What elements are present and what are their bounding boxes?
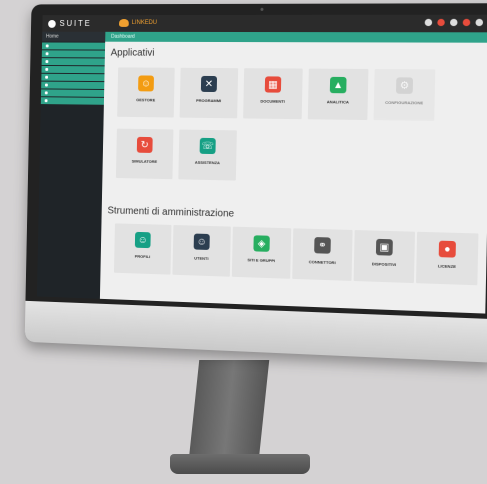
brand-logo[interactable]: SUITE bbox=[48, 18, 111, 29]
sidebar-item-6[interactable] bbox=[41, 81, 105, 90]
app-name: LINKEDU bbox=[131, 19, 158, 26]
app-tile-simulatore[interactable]: ↻ SIMULATORE bbox=[115, 128, 174, 180]
menu-item-icon bbox=[45, 67, 49, 71]
chart-icon: ▲ bbox=[329, 76, 347, 94]
tile-title: GESTORE bbox=[136, 97, 156, 103]
alert-icon[interactable] bbox=[462, 18, 471, 27]
menu-item-icon bbox=[44, 91, 48, 95]
sidebar-home-label: Home bbox=[45, 33, 59, 40]
main-content: Applicativi ☺ GESTORE ✕ PROGRAMMI ▦ DOCUMENTI… bbox=[99, 41, 487, 314]
app-tile-analitica[interactable]: ▲ ANALITICA bbox=[307, 68, 369, 121]
tile-title: SIMULATORE bbox=[131, 158, 158, 164]
sidebar-item-7[interactable] bbox=[40, 89, 105, 97]
sidebar-list bbox=[40, 42, 106, 105]
tile-title: PROFILI bbox=[134, 253, 151, 260]
sidebar-item-1[interactable] bbox=[41, 42, 106, 50]
menu-item-icon bbox=[45, 75, 49, 79]
bird-icon bbox=[118, 19, 129, 27]
admin-tile-profili[interactable]: ☺ PROFILI bbox=[113, 223, 172, 275]
topbar-icons bbox=[424, 18, 484, 27]
tile-title: DISPOSITIVI bbox=[371, 261, 397, 268]
scene: SUITE LINKEDU Home Dashboard Applicativi… bbox=[0, 0, 487, 484]
admin-grid: ☺ PROFILI ☺ UTENTI ◈ SITI E GRUPPI ⚭ CONNETTORI… bbox=[105, 42, 487, 286]
connector-icon: ⚭ bbox=[314, 237, 331, 254]
tools-icon: ✕ bbox=[200, 75, 218, 93]
gear-icon: ⚙ bbox=[395, 77, 414, 94]
tile-title: DOCUMENTI bbox=[260, 98, 285, 104]
tile-title: SITI E GRUPPI bbox=[247, 257, 276, 264]
sidebar-item-8[interactable] bbox=[40, 97, 105, 105]
admin-tile-utenti[interactable]: ☺ UTENTI bbox=[172, 224, 231, 277]
monitor: SUITE LINKEDU Home Dashboard Applicativi… bbox=[24, 3, 487, 363]
section-title-apps: Applicativi bbox=[110, 47, 155, 59]
app-tile-documenti[interactable]: ▦ DOCUMENTI bbox=[243, 68, 303, 120]
section-title-admin: Strumenti di amministrazione bbox=[107, 205, 235, 220]
tile-title: UTENTI bbox=[194, 255, 209, 261]
admin-tile-siti-e-gruppi[interactable]: ◈ SITI E GRUPPI bbox=[231, 226, 292, 279]
sidebar-home[interactable]: Home bbox=[42, 31, 106, 42]
menu-item-icon bbox=[45, 52, 49, 56]
app-tile-programmi[interactable]: ✕ PROGRAMMI bbox=[179, 67, 239, 119]
settings-icon[interactable] bbox=[449, 18, 458, 27]
brand-icon bbox=[48, 19, 56, 28]
license-icon: ● bbox=[438, 240, 456, 258]
topbar: SUITE LINKEDU bbox=[42, 14, 487, 33]
app-tile-configurazione[interactable]: ⚙ CONFIGURAZIONE bbox=[373, 69, 436, 121]
tile-title: CONNETTORI bbox=[308, 259, 336, 266]
device-icon: ▣ bbox=[375, 238, 393, 256]
app-tile-gestore[interactable]: ☺ GESTORE bbox=[117, 67, 175, 118]
brand-name: SUITE bbox=[59, 19, 92, 28]
sidebar-item-4[interactable] bbox=[41, 65, 105, 74]
apps-grid: ☺ GESTORE ✕ PROGRAMMI ▦ DOCUMENTI ▲ ANALITICA ⚙ C… bbox=[105, 42, 487, 181]
screen: SUITE LINKEDU Home Dashboard Applicativi… bbox=[36, 14, 487, 314]
menu-item-icon bbox=[44, 83, 48, 87]
user-icon: ☺ bbox=[134, 231, 151, 249]
menu-item-icon bbox=[45, 44, 49, 48]
monitor-stand-base bbox=[170, 454, 310, 474]
map-icon: ◈ bbox=[253, 235, 270, 252]
support-icon: ☏ bbox=[199, 137, 216, 155]
webcam bbox=[260, 7, 264, 11]
tile-title: LICENZE bbox=[437, 263, 457, 270]
admin-tile-licenze[interactable]: ● LICENZE bbox=[416, 231, 479, 286]
monitor-stand-neck bbox=[188, 360, 270, 460]
app-logo[interactable]: LINKEDU bbox=[118, 19, 158, 27]
sidebar: Home bbox=[36, 31, 106, 299]
cycle-icon: ↻ bbox=[136, 136, 153, 153]
tile-title: ASSISTENZA bbox=[194, 159, 220, 166]
sidebar-item-5[interactable] bbox=[41, 73, 105, 82]
menu-item-icon bbox=[44, 99, 48, 103]
person-icon: ☺ bbox=[138, 75, 154, 92]
documents-icon: ▦ bbox=[264, 76, 282, 93]
apps-icon[interactable] bbox=[475, 18, 484, 27]
app-tile-assistenza[interactable]: ☏ ASSISTENZA bbox=[178, 129, 237, 181]
user-icon[interactable] bbox=[424, 18, 433, 27]
tile-title: PROGRAMMI bbox=[196, 97, 222, 104]
admin-tile-dispositivi[interactable]: ▣ DISPOSITIVI bbox=[353, 230, 416, 284]
tile-title: ANALITICA bbox=[326, 99, 349, 105]
sidebar-item-2[interactable] bbox=[41, 50, 105, 58]
admin-tile-connettori[interactable]: ⚭ CONNETTORI bbox=[292, 228, 353, 281]
notification-icon[interactable] bbox=[437, 18, 445, 27]
user-icon: ☺ bbox=[193, 233, 210, 250]
menu-item-icon bbox=[45, 60, 49, 64]
tile-title: CONFIGURAZIONE bbox=[385, 99, 424, 106]
sidebar-item-3[interactable] bbox=[41, 58, 105, 66]
